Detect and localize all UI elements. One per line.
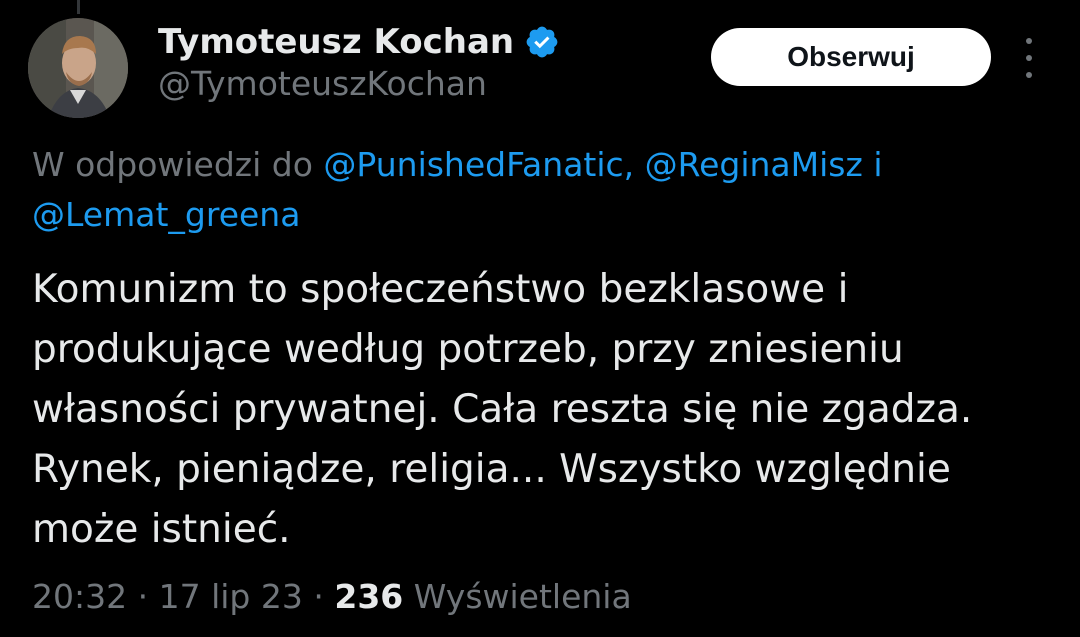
thread-connector-line <box>77 0 80 14</box>
more-dot <box>1026 72 1032 78</box>
views-count[interactable]: 236 <box>334 577 403 616</box>
mention-link-punishedfanatic[interactable]: @PunishedFanatic, <box>323 145 634 184</box>
reply-prefix: W odpowiedzi do <box>32 145 313 184</box>
meta-separator: · <box>313 577 324 616</box>
more-dot <box>1026 55 1032 61</box>
verified-badge-icon <box>524 24 560 60</box>
tweet-date[interactable]: 17 lip 23 <box>159 577 303 616</box>
mention-link-reginamisz[interactable]: @ReginaMisz <box>645 145 863 184</box>
avatar-photo <box>28 18 128 118</box>
avatar[interactable] <box>28 18 128 118</box>
author-handle[interactable]: @TymoteuszKochan <box>158 64 487 103</box>
views-label[interactable]: Wyświetlenia <box>414 577 632 616</box>
more-vertical-icon[interactable] <box>1014 38 1044 78</box>
mention-link-lemat-greena[interactable]: @Lemat_greena <box>32 195 300 234</box>
tweet-time[interactable]: 20:32 <box>32 577 127 616</box>
reply-conjunction: i <box>873 145 883 184</box>
tweet-text: Komunizm to społeczeństwo bezklasowe i p… <box>32 267 973 552</box>
meta-separator: · <box>137 577 149 616</box>
author-display-name[interactable]: Tymoteusz Kochan <box>158 22 514 62</box>
tweet-metadata: 20:32 · 17 lip 23 · 236 Wyświetlenia <box>32 572 632 622</box>
reply-context: W odpowiedzi do @PunishedFanatic, @Regin… <box>32 140 1032 240</box>
more-dot <box>1026 38 1032 44</box>
follow-button[interactable]: Obserwuj <box>711 28 991 86</box>
